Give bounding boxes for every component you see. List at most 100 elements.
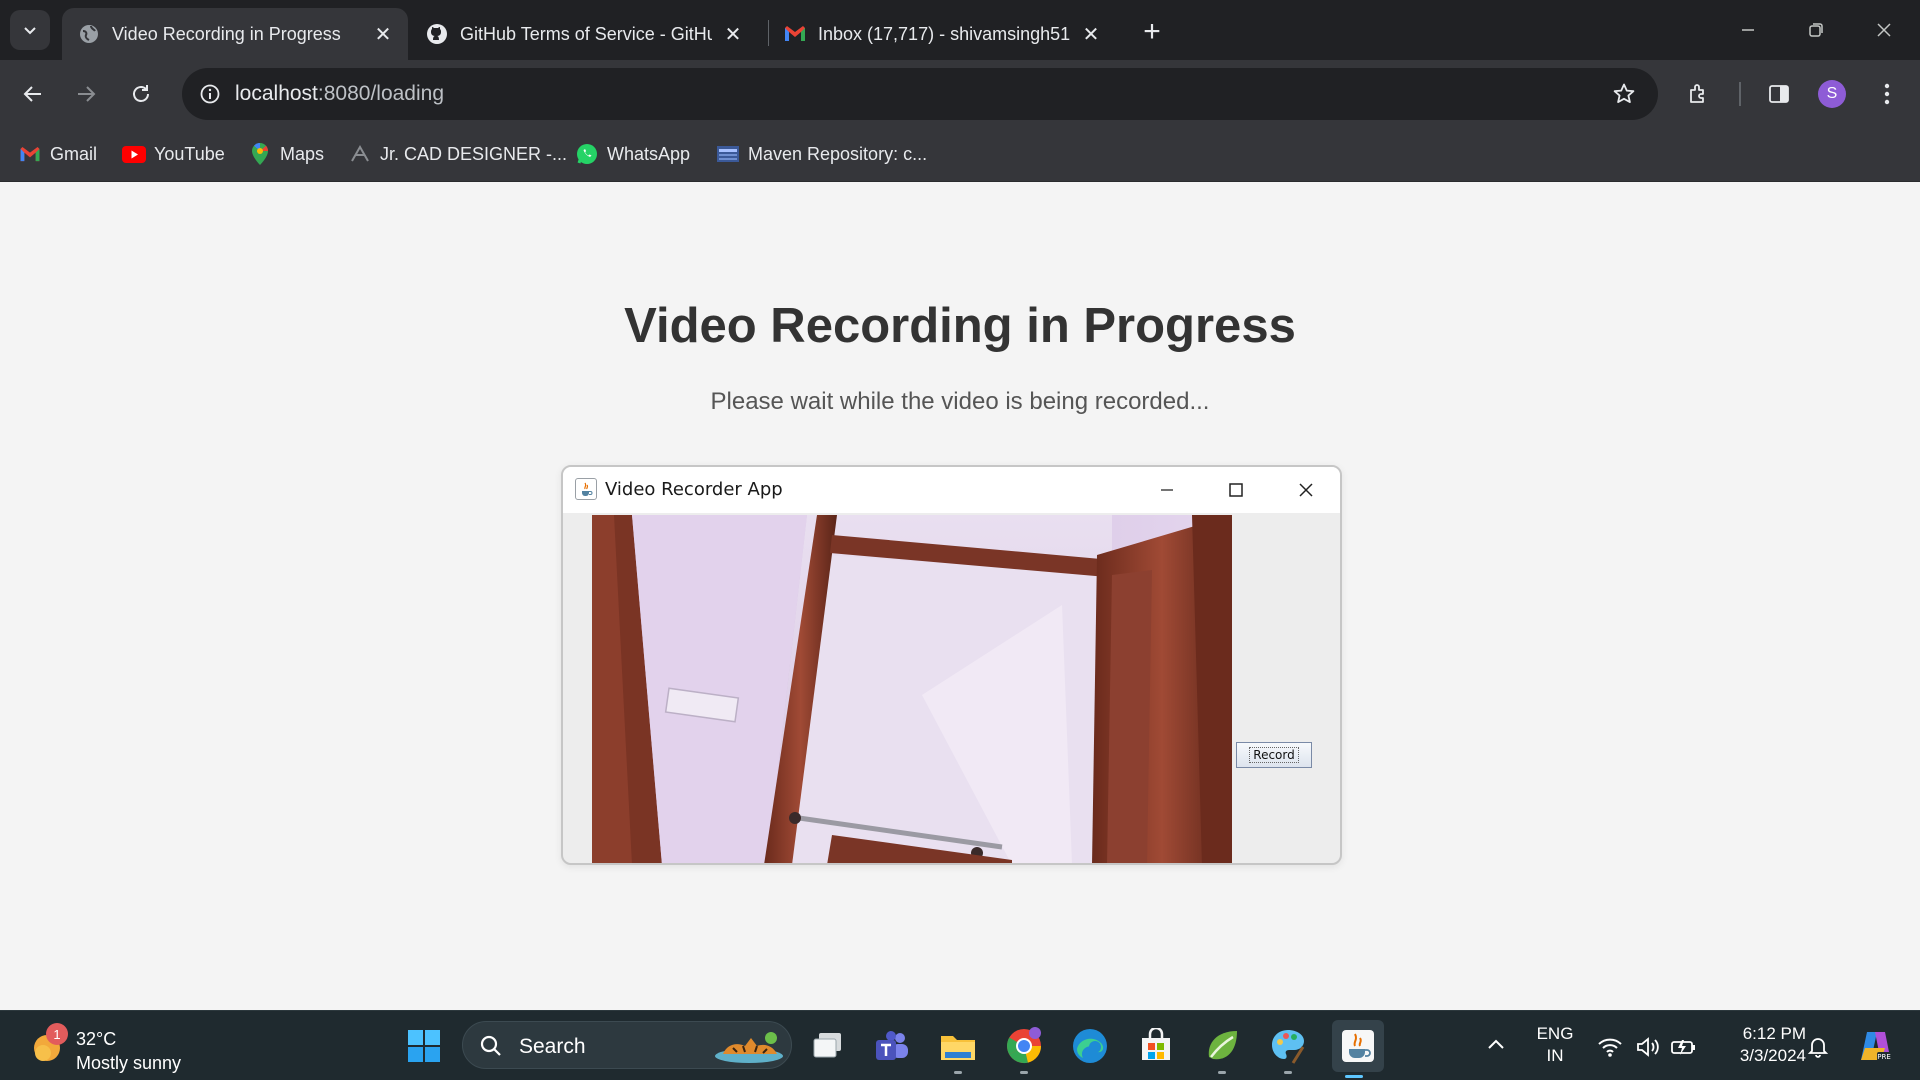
minimize-button[interactable] bbox=[1726, 10, 1770, 50]
extensions-icon[interactable] bbox=[1679, 74, 1719, 114]
search-icon bbox=[480, 1035, 501, 1056]
bookmark-label: WhatsApp bbox=[607, 143, 691, 164]
arrow-right-icon bbox=[78, 86, 96, 102]
task-view-icon[interactable] bbox=[806, 1024, 850, 1068]
running-indicator bbox=[1345, 1075, 1363, 1078]
back-button[interactable] bbox=[13, 74, 53, 114]
close-icon bbox=[1299, 483, 1313, 497]
chevron-down-icon bbox=[24, 27, 36, 35]
whatsapp-icon bbox=[575, 142, 599, 166]
running-indicator bbox=[954, 1071, 962, 1074]
app-window-title: Video Recorder App bbox=[605, 479, 783, 500]
system-clock[interactable]: 6:12 PM 3/3/2024 bbox=[1710, 1023, 1806, 1067]
tab-title: Inbox (17,717) - shivamsingh51 bbox=[818, 23, 1070, 44]
gmail-icon bbox=[784, 23, 806, 45]
address-bar[interactable]: localhost:8080/loading bbox=[182, 68, 1658, 120]
chrome-icon[interactable] bbox=[1002, 1024, 1046, 1074]
bookmark-gmail[interactable]: Gmail bbox=[18, 139, 97, 169]
windows-start-icon[interactable] bbox=[402, 1024, 446, 1068]
menu-kebab-icon[interactable] bbox=[1867, 74, 1907, 114]
weather-temperature: 32°C bbox=[76, 1029, 117, 1049]
clock-date: 3/3/2024 bbox=[1739, 1046, 1806, 1065]
app-minimize-button[interactable] bbox=[1147, 475, 1187, 505]
running-indicator bbox=[1020, 1071, 1028, 1074]
close-tab-icon[interactable]: ✕ bbox=[720, 21, 746, 47]
bookmark-maven[interactable]: Maven Repository: c... bbox=[716, 139, 927, 169]
battery-icon[interactable] bbox=[1670, 1033, 1698, 1061]
page-subtitle: Please wait while the video is being rec… bbox=[710, 388, 1210, 415]
volume-icon[interactable] bbox=[1634, 1033, 1662, 1061]
app-maximize-button[interactable] bbox=[1216, 475, 1256, 505]
close-window-button[interactable] bbox=[1862, 10, 1906, 50]
tab-github-terms[interactable]: GitHub Terms of Service - GitHub ✕ bbox=[410, 8, 758, 60]
notifications-icon[interactable] bbox=[1804, 1033, 1832, 1061]
java-icon bbox=[1342, 1030, 1374, 1062]
bookmark-maps[interactable]: Maps bbox=[248, 139, 324, 169]
copilot-icon[interactable]: PRE bbox=[1856, 1027, 1894, 1065]
search-highlight-icon bbox=[715, 1032, 783, 1063]
record-button[interactable]: Record bbox=[1236, 742, 1312, 768]
close-tab-icon[interactable]: ✕ bbox=[370, 21, 396, 47]
chevron-up-icon[interactable] bbox=[1484, 1033, 1508, 1057]
region-code: IN bbox=[1546, 1046, 1564, 1065]
app-close-button[interactable] bbox=[1286, 475, 1326, 505]
reload-icon bbox=[133, 85, 149, 102]
toolbar-divider bbox=[1739, 82, 1741, 106]
side-panel-icon[interactable] bbox=[1759, 74, 1799, 114]
input-language[interactable]: ENG IN bbox=[1532, 1023, 1578, 1067]
reload-button[interactable] bbox=[121, 74, 161, 114]
tab-title: GitHub Terms of Service - GitHub bbox=[460, 23, 712, 44]
bookmark-star-icon[interactable] bbox=[1606, 76, 1642, 112]
paint-icon[interactable] bbox=[1266, 1024, 1310, 1074]
java-icon bbox=[575, 478, 597, 500]
forward-button[interactable] bbox=[66, 74, 106, 114]
file-explorer-icon[interactable] bbox=[936, 1024, 980, 1074]
tab-video-recording[interactable]: Video Recording in Progress ✕ bbox=[62, 8, 408, 60]
bookmark-whatsapp[interactable]: WhatsApp bbox=[575, 139, 690, 169]
globe-icon bbox=[78, 23, 100, 45]
profile-avatar[interactable]: S bbox=[1818, 80, 1846, 108]
new-tab-button[interactable]: + bbox=[1134, 14, 1170, 50]
youtube-icon bbox=[122, 142, 146, 166]
spring-tools-icon[interactable] bbox=[1200, 1024, 1244, 1074]
search-label: Search bbox=[519, 1035, 586, 1058]
wifi-icon[interactable] bbox=[1596, 1033, 1624, 1061]
tab-gmail-inbox[interactable]: Inbox (17,717) - shivamsingh51 ✕ bbox=[768, 8, 1116, 60]
close-tab-icon[interactable]: ✕ bbox=[1078, 21, 1104, 47]
bookmark-youtube[interactable]: YouTube bbox=[122, 139, 225, 169]
taskbar-search[interactable]: Search bbox=[462, 1021, 792, 1069]
edge-icon[interactable] bbox=[1068, 1024, 1112, 1068]
site-info-icon[interactable] bbox=[192, 76, 228, 112]
gmail-icon bbox=[18, 142, 42, 166]
bookmark-label: YouTube bbox=[154, 143, 225, 164]
bookmark-label: Maps bbox=[280, 143, 325, 164]
weather-widget[interactable]: 1 32°C Mostly sunny bbox=[28, 1019, 228, 1073]
arrow-left-icon bbox=[23, 86, 41, 102]
tab-title: Video Recording in Progress bbox=[112, 23, 341, 44]
record-button-label: Record bbox=[1249, 747, 1299, 763]
bookmark-label: Maven Repository: c... bbox=[748, 143, 928, 164]
bookmark-cad-designer[interactable]: Jr. CAD DESIGNER -... bbox=[348, 139, 567, 169]
cad-icon bbox=[348, 142, 372, 166]
clock-time: 6:12 PM bbox=[1742, 1024, 1806, 1043]
bookmark-label: Jr. CAD DESIGNER -... bbox=[380, 143, 568, 164]
windows-taskbar: 1 32°C Mostly sunny Search ENG IN 6:12 P… bbox=[0, 1010, 1920, 1080]
restore-button[interactable] bbox=[1794, 10, 1838, 50]
url-text[interactable]: localhost:8080/loading bbox=[235, 82, 444, 106]
running-indicator bbox=[1284, 1071, 1292, 1074]
tab-search-button[interactable] bbox=[10, 10, 50, 50]
url-path: :8080/loading bbox=[317, 82, 445, 105]
url-host: localhost bbox=[235, 82, 318, 105]
bookmark-label: Gmail bbox=[50, 143, 98, 164]
microsoft-store-icon[interactable] bbox=[1134, 1024, 1178, 1068]
java-app-taskbar-icon[interactable] bbox=[1332, 1020, 1384, 1078]
video-recorder-window[interactable]: Video Recorder App Record bbox=[561, 465, 1342, 865]
app-title-bar[interactable]: Video Recorder App bbox=[563, 467, 1340, 513]
minimize-icon bbox=[1161, 489, 1173, 491]
close-icon bbox=[1877, 23, 1891, 37]
page-title: Video Recording in Progress bbox=[624, 299, 1296, 353]
maximize-icon bbox=[1229, 483, 1243, 497]
notification-badge: 1 bbox=[46, 1023, 68, 1045]
teams-icon[interactable] bbox=[870, 1024, 914, 1068]
restore-icon bbox=[1809, 23, 1823, 37]
